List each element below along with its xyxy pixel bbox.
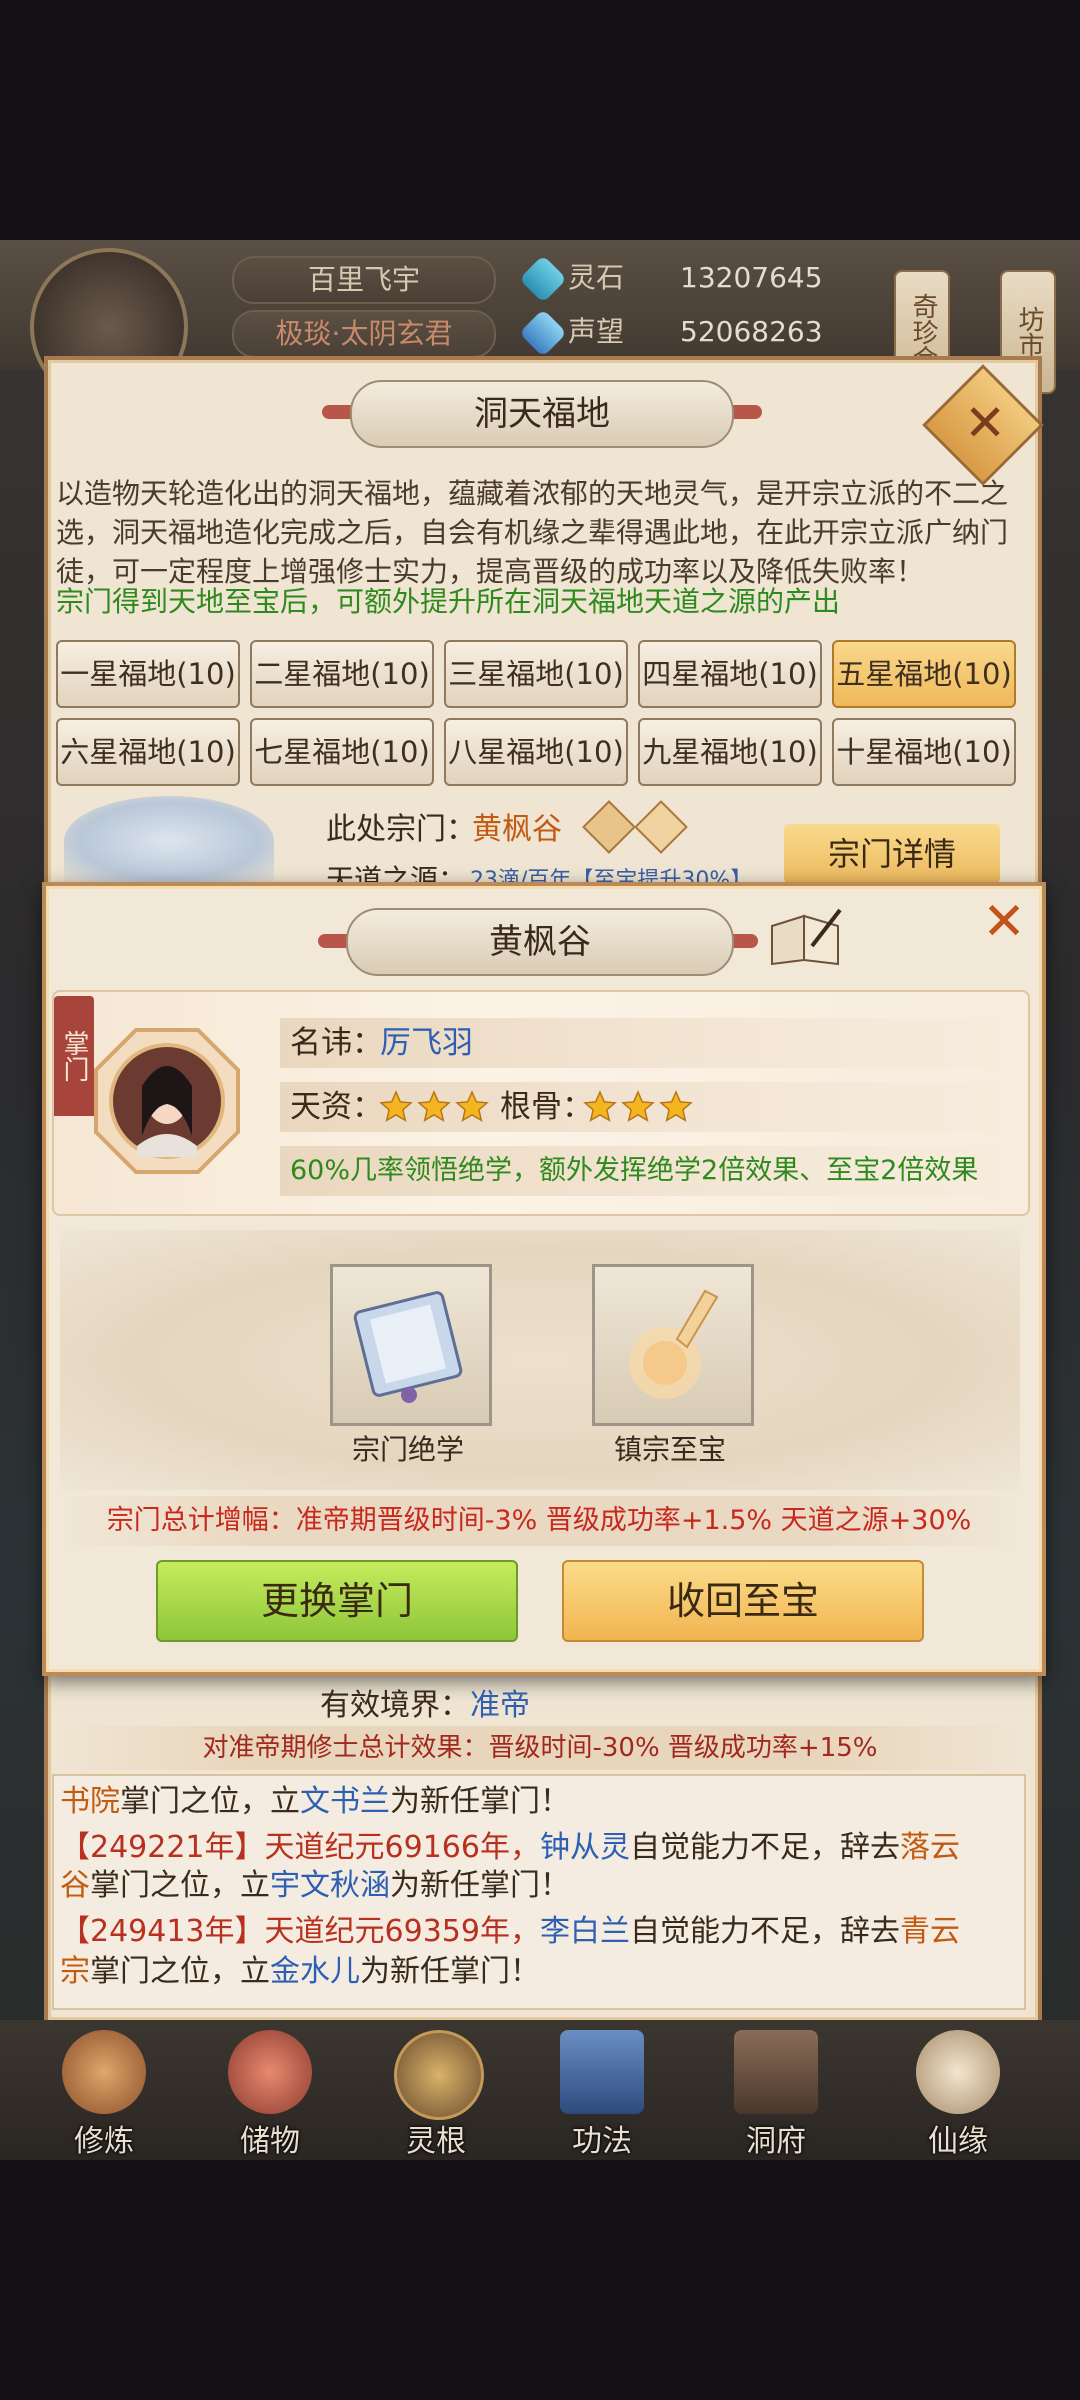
prestige-label: 声望 [568,315,625,348]
person-name: 金水儿 [270,1954,360,1989]
realm-label: 有效境界： [320,1688,470,1723]
prestige-value: 52068263 [680,315,823,348]
tier-button-3[interactable]: 三星福地(10) [444,640,628,708]
player-title: 极琰·太阴玄君 [232,310,496,358]
realm-effect-text: 对准帝期修士总计效果：晋级时间-30% 晋级成功率+15% [60,1726,1020,1770]
tier-button-10[interactable]: 十星福地(10) [832,718,1016,786]
effective-realm-row: 有效境界：准帝 [320,1680,530,1724]
sect-skill-slot[interactable] [330,1264,492,1426]
nav-label: 储物 [240,2124,300,2159]
log-line: 宗掌门之位，立金水儿为新任掌门！ [60,1950,1020,1994]
log-text: 掌门之位，立 [90,1868,270,1903]
items-area [60,1230,1020,1490]
tier-button-2[interactable]: 二星福地(10) [250,640,434,708]
tier-button-1[interactable]: 一星福地(10) [56,640,240,708]
sect-here-label: 此处宗门： [326,812,476,847]
name-value: 厉飞羽 [380,1025,473,1061]
player-name: 百里飞宇 [232,256,496,304]
sect-detail-button[interactable]: 宗门详情 [784,824,1000,884]
sect-name: 谷 [60,1868,90,1903]
star-icon [379,1090,413,1122]
tier-button-4[interactable]: 四星福地(10) [638,640,822,708]
recall-treasure-button[interactable]: 收回至宝 [562,1560,924,1642]
nav-label: 洞府 [746,2124,806,2159]
nav-cave[interactable]: 洞府 [706,2030,846,2159]
panel-title: 洞天福地 [350,380,734,448]
close-icon: ✕ [964,393,1007,452]
star-icon [659,1090,693,1122]
panel-description-1: 以造物天轮造化出的洞天福地，蕴藏着浓郁的天地灵气，是开宗立派的不二之 [56,477,1009,510]
talent-label: 天资： [290,1089,383,1125]
nav-storage[interactable]: 储物 [200,2030,340,2159]
cave-house-icon [734,2030,818,2114]
log-text: 自觉能力不足，辞去 [629,1830,900,1865]
tier-button-5[interactable]: 五星福地(10) [832,640,1016,708]
skill-book-icon [353,1291,463,1403]
spirit-root-icon [394,2030,484,2120]
star-icon [417,1090,451,1122]
person-name: 宇文秋涵 [270,1868,390,1903]
storage-bag-icon [228,2030,312,2114]
star-icon [455,1090,489,1122]
bone-label: 根骨： [500,1089,593,1125]
nav-cultivate[interactable]: 修炼 [34,2030,174,2159]
tier-button-7[interactable]: 七星福地(10) [250,718,434,786]
sect-treasure-slot[interactable] [592,1264,754,1426]
panel-description-green: 宗门得到天地至宝后，可额外提升所在洞天福地天道之源的产出 [56,585,841,618]
nav-label: 修炼 [74,2124,134,2159]
star-icon [583,1090,617,1122]
tier-button-6[interactable]: 六星福地(10) [56,718,240,786]
log-line: 谷掌门之位，立宇文秋涵为新任掌门！ [60,1864,1020,1908]
skills-book-icon [560,2030,644,2114]
spirit-stone-label: 灵石 [568,261,625,294]
bottom-bar-area [0,2160,1080,2400]
sect-image [64,796,274,886]
person-name: 钟从灵 [539,1830,630,1865]
log-text: 掌门之位，立 [90,1954,270,1989]
log-text: 为新任掌门！ [390,1784,570,1819]
sect-total-bonus: 宗门总计增幅：准帝期晋级时间-3% 晋级成功率+1.5% 天道之源+30% [106,1505,972,1536]
person-name: 李白兰 [539,1914,630,1949]
star-icon [621,1090,655,1122]
modal-title: 黄枫谷 [346,908,734,976]
nav-fate[interactable]: 仙缘 [888,2030,1028,2159]
log-text: 自觉能力不足，辞去 [629,1914,900,1949]
sect-here-value: 黄枫谷 [472,812,562,847]
sect-name: 书院 [60,1784,120,1819]
realm-value: 准帝 [470,1688,530,1723]
master-trait: 60%几率领悟绝学，额外发挥绝学2倍效果、至宝2倍效果 [290,1155,979,1186]
log-date: 【249413年】天道纪元69359年， [60,1914,540,1949]
top-bar-area [0,0,1080,240]
panel-description-2: 选，洞天福地造化完成之后，自会有机缘之辈得遇此地，在此开宗立派广纳门 [56,516,1009,549]
sect-name: 宗 [60,1954,90,1989]
tier-button-8[interactable]: 八星福地(10) [444,718,628,786]
modal-close-icon[interactable]: ✕ [982,896,1026,948]
treasure-icon [629,1289,719,1399]
sect-skill-label: 宗门绝学 [351,1433,464,1466]
tier-button-9[interactable]: 九星福地(10) [638,718,822,786]
sect-name: 落云 [899,1830,960,1865]
master-portrait[interactable] [92,1026,242,1176]
log-text: 为新任掌门！ [390,1868,570,1903]
change-master-button[interactable]: 更换掌门 [156,1560,518,1642]
nav-label: 灵根 [406,2124,466,2159]
nav-label: 仙缘 [928,2124,988,2159]
nav-skills[interactable]: 功法 [532,2030,672,2159]
master-ribbon: 掌门 [54,996,94,1116]
fate-icon [916,2030,1000,2114]
name-label: 名讳： [290,1025,383,1061]
sect-treasure-label: 镇宗至宝 [613,1433,726,1466]
book-icon[interactable] [768,906,844,966]
spirit-stone-value: 13207645 [680,261,823,294]
nav-label: 功法 [572,2124,632,2159]
log-date: 【249221年】天道纪元69166年， [60,1830,540,1865]
nav-spirit-root[interactable]: 灵根 [366,2030,506,2159]
log-line: 【249413年】天道纪元69359年，李白兰自觉能力不足，辞去青云 [60,1910,1020,1954]
sect-name: 青云 [899,1914,960,1949]
log-line: 书院掌门之位，立文书兰为新任掌门！ [60,1780,1020,1824]
person-name: 文书兰 [300,1784,390,1819]
log-text: 掌门之位，立 [120,1784,300,1819]
cultivate-icon [62,2030,146,2114]
log-text: 为新任掌门！ [360,1954,540,1989]
